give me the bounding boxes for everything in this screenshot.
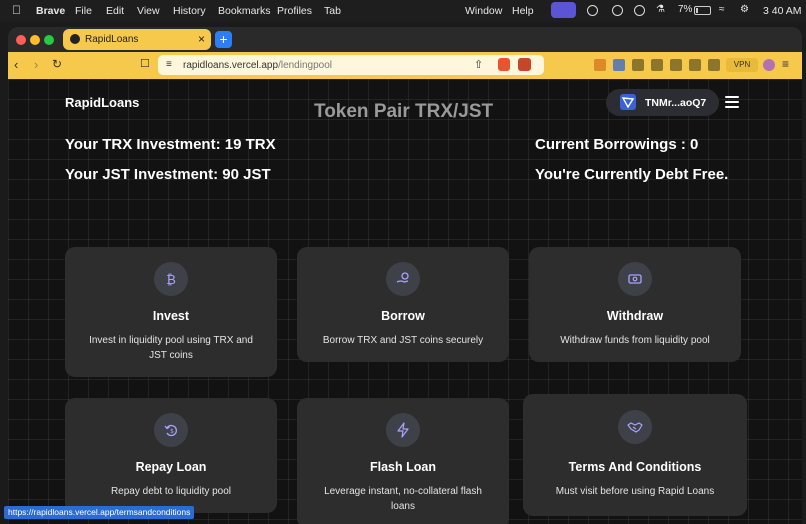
control-center-icon[interactable]: ⚙ [740,4,749,15]
share-icon[interactable]: ⇧ [474,58,483,71]
tab-bar: RapidLoans × + [8,27,802,52]
jst-investment: Your JST Investment: 90 JST [65,166,271,183]
play-icon[interactable] [612,5,623,16]
menu-app-name[interactable]: Brave [36,5,65,17]
tron-wallet-icon [620,94,636,110]
terms-card[interactable]: Terms And Conditions Must visit before u… [523,394,747,516]
bookmark-icon[interactable]: ☐ [140,57,150,70]
menu-view[interactable]: View [137,5,160,17]
browser-toolbar: ‹ › ↻ ☐ ≡ rapidloans.vercel.app/lendingp… [8,52,802,79]
vpn-button[interactable]: VPN [726,58,758,72]
svg-text:$: $ [170,428,174,435]
wifi-icon[interactable]: ≈ [719,4,725,15]
wallet-icon[interactable] [689,59,701,71]
profile-avatar-icon[interactable] [763,59,775,71]
zoom-window-icon[interactable] [44,35,54,45]
extension-translate-icon[interactable] [613,59,625,71]
card-title: Flash Loan [370,460,436,474]
hand-coin-icon [386,262,420,296]
bitcoin-icon: ₿ [154,262,188,296]
lightning-icon [386,413,420,447]
card-description: Repay debt to liquidity pool [110,486,232,497]
extension-refresh-icon[interactable] [632,59,644,71]
new-tab-button[interactable]: + [215,31,232,48]
link-status-bar: https://rapidloans.vercel.app/termsandco… [4,506,195,519]
card-description: Leverage instant, no-collateral flash lo… [324,486,482,512]
card-description: Borrow TRX and JST coins securely [322,335,484,346]
page-content: RapidLoans Token Pair TRX/JST TNMr...aoQ… [8,79,802,524]
cash-icon [618,262,652,296]
tab-rapidloans[interactable]: RapidLoans × [63,29,211,50]
status-circle-icon[interactable] [587,5,598,16]
browser-window: RapidLoans × + ‹ › ↻ ☐ ≡ rapidloans.verc… [8,27,802,524]
card-title: Invest [152,309,190,323]
brave-rewards-icon[interactable] [518,58,531,71]
menu-bookmarks[interactable]: Bookmarks [218,5,271,17]
close-window-icon[interactable] [16,35,26,45]
current-borrowings: Current Borrowings : 0 [535,136,699,153]
menu-edit[interactable]: Edit [106,5,124,17]
url-host: rapidloans.vercel.app [183,60,279,71]
menu-file[interactable]: File [75,5,92,17]
menu-tab[interactable]: Tab [324,5,341,17]
menu-window[interactable]: Window [465,5,502,17]
borrow-card[interactable]: Borrow Borrow TRX and JST coins securely [297,247,509,362]
card-description: Must visit before using Rapid Loans [555,486,715,497]
back-icon[interactable]: ‹ [14,57,18,72]
tab-title: RapidLoans [85,34,139,45]
minimize-window-icon[interactable] [30,35,40,45]
invest-card[interactable]: ₿ Invest Invest in liquidity pool using … [65,247,277,377]
forward-icon[interactable]: › [34,57,38,72]
repay-icon: $ [154,413,188,447]
leo-ai-icon[interactable] [708,59,720,71]
battery-percent: 7% [678,4,693,15]
card-title: Repay Loan [135,460,207,474]
sidebar-icon[interactable] [670,59,682,71]
metamask-icon[interactable] [594,59,606,71]
menu-icon[interactable]: ≡ [782,57,789,71]
brand-logo[interactable]: RapidLoans [65,95,139,110]
card-description: Invest in liquidity pool using TRX and J… [89,335,253,361]
site-settings-icon[interactable]: ≡ [166,59,172,70]
handshake-icon [618,410,652,444]
extension-chatgpt-icon[interactable] [651,59,663,71]
reload-icon[interactable]: ↻ [52,57,62,71]
close-tab-icon[interactable]: × [198,32,205,46]
wallet-address: TNMr...aoQ7 [645,97,707,109]
flash-loan-card[interactable]: Flash Loan Leverage instant, no-collater… [297,398,509,524]
card-title: Withdraw [606,309,664,323]
card-description: Withdraw funds from liquidity pool [560,335,710,346]
favicon-icon [70,34,80,44]
vpn-label: VPN [733,60,751,69]
menu-profiles[interactable]: Profiles [277,5,312,17]
trx-investment: Your TRX Investment: 19 TRX [65,136,276,153]
withdraw-card[interactable]: Withdraw Withdraw funds from liquidity p… [529,247,741,362]
broadcast-icon[interactable] [634,5,645,16]
repay-loan-card[interactable]: $ Repay Loan Repay debt to liquidity poo… [65,398,277,513]
svg-text:₿: ₿ [166,273,176,287]
debt-status: You're Currently Debt Free. [535,166,729,183]
screen-share-icon[interactable] [551,2,576,18]
apple-icon[interactable]:  [12,3,21,17]
macos-menu-bar:  Brave File Edit View History Bookmarks… [0,0,806,22]
hamburger-menu-icon[interactable] [725,96,739,111]
card-title: Borrow [381,309,425,323]
clock[interactable]: 3 40 AM [763,5,802,17]
card-title: Terms And Conditions [568,460,702,474]
battery-icon[interactable] [694,6,711,15]
menu-help[interactable]: Help [512,5,534,17]
url-path: /lendingpool [278,60,332,71]
wallet-button[interactable]: TNMr...aoQ7 [606,89,719,116]
brave-shields-icon[interactable] [498,58,510,71]
address-bar[interactable]: ≡ rapidloans.vercel.app/lendingpool ⇧ [158,55,544,75]
page-title: Token Pair TRX/JST [314,101,494,122]
menu-history[interactable]: History [173,5,206,17]
antenna-icon[interactable]: ⚗ [656,4,665,15]
